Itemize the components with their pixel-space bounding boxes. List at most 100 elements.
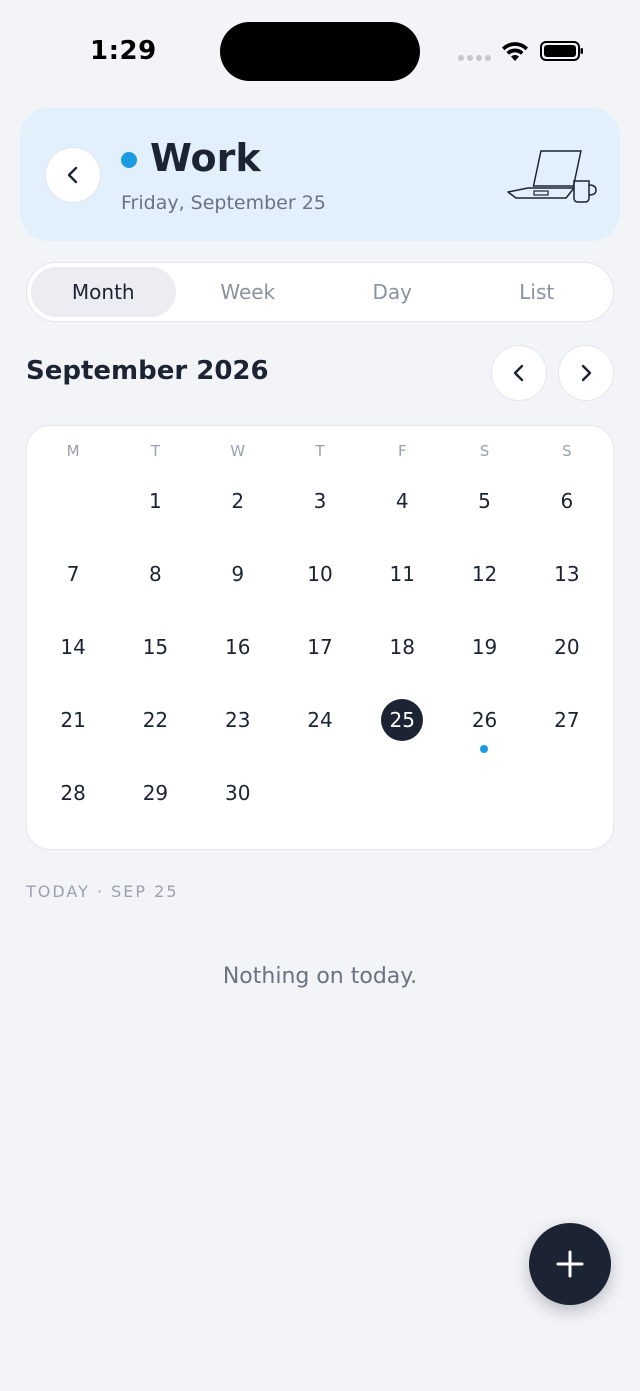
day-number: 24 xyxy=(307,708,333,732)
day-cell[interactable]: 6 xyxy=(526,478,608,551)
tab-list[interactable]: List xyxy=(465,267,610,317)
days-grid: 1 2 3 4 5 6 7 8 9 10 11 12 13 14 15 16 17 18 19 20 21 22 23 24 2… xyxy=(32,478,608,843)
weekday-header-row: M T W T F S S xyxy=(32,442,608,460)
day-number: 29 xyxy=(142,781,169,805)
day-number: 27 xyxy=(554,708,580,732)
day-cell[interactable]: 16 xyxy=(197,624,279,697)
day-cell[interactable]: 11 xyxy=(361,551,443,624)
day-number: 4 xyxy=(395,489,409,513)
day-cell[interactable]: 21 xyxy=(32,697,114,770)
chevron-right-icon xyxy=(581,364,592,382)
day-number: 8 xyxy=(149,562,162,586)
day-cell[interactable]: 19 xyxy=(443,624,525,697)
day-number: 25 xyxy=(381,699,424,741)
day-number: 21 xyxy=(60,708,86,732)
status-time: 1:29 xyxy=(90,36,157,66)
week-row: 7 8 9 10 11 12 13 xyxy=(32,551,608,624)
day-cell[interactable]: 4 xyxy=(361,478,443,551)
week-row: 14 15 16 17 18 19 20 xyxy=(32,624,608,697)
day-number: 7 xyxy=(66,562,80,586)
empty-day-cell xyxy=(279,770,361,843)
day-number: 9 xyxy=(231,562,245,586)
laptop-illustration xyxy=(507,150,597,203)
weekday-label: W xyxy=(230,442,246,460)
day-cell[interactable]: 23 xyxy=(197,697,279,770)
chevron-left-icon xyxy=(67,166,78,184)
day-number: 15 xyxy=(142,635,169,659)
chevron-left-icon xyxy=(513,364,524,382)
day-number: 19 xyxy=(471,635,498,659)
event-indicator-dot xyxy=(480,745,489,753)
previous-month-button[interactable] xyxy=(491,345,547,401)
day-number: 17 xyxy=(307,635,333,659)
agenda-section-label: TODAY · SEP 25 xyxy=(26,882,179,901)
calendar-title: Work xyxy=(150,136,261,180)
empty-day-cell xyxy=(361,770,443,843)
weekday-label: T xyxy=(315,442,325,460)
next-month-button[interactable] xyxy=(558,345,614,401)
calendar-header-card: Work Friday, September 25 xyxy=(20,108,620,241)
empty-day-cell xyxy=(443,770,525,843)
day-number: 23 xyxy=(224,708,251,732)
day-number: 11 xyxy=(389,562,415,586)
day-cell[interactable]: 26 xyxy=(443,697,525,770)
day-number: 6 xyxy=(560,489,574,513)
add-event-button[interactable] xyxy=(529,1223,611,1305)
weekday-label: S xyxy=(479,442,490,460)
wifi-icon xyxy=(502,42,528,61)
day-cell[interactable]: 27 xyxy=(526,697,608,770)
day-cell[interactable]: 5 xyxy=(443,478,525,551)
day-cell[interactable]: 18 xyxy=(361,624,443,697)
day-cell[interactable]: 10 xyxy=(279,551,361,624)
day-cell[interactable]: 2 xyxy=(197,478,279,551)
day-number: 5 xyxy=(478,489,491,513)
selected-date-label: Friday, September 25 xyxy=(121,192,326,214)
day-number: 1 xyxy=(149,489,162,513)
month-calendar: M T W T F S S 1 2 3 4 5 6 7 8 9 10 11 12 13 14 15 16 17 1… xyxy=(26,425,614,850)
day-cell[interactable]: 25 xyxy=(361,697,443,770)
day-number: 2 xyxy=(231,489,245,513)
empty-state-message: Nothing on today. xyxy=(222,964,418,989)
week-row: 1 2 3 4 5 6 xyxy=(32,478,608,551)
day-cell[interactable]: 30 xyxy=(197,770,279,843)
day-cell[interactable]: 29 xyxy=(114,770,196,843)
day-number: 13 xyxy=(554,562,580,586)
day-number: 22 xyxy=(142,708,169,732)
day-number: 3 xyxy=(313,489,327,513)
day-cell[interactable]: 17 xyxy=(279,624,361,697)
day-cell[interactable]: 8 xyxy=(114,551,196,624)
day-number: 20 xyxy=(554,635,580,659)
tab-month[interactable]: Month xyxy=(31,267,176,317)
week-row: 28 29 30 xyxy=(32,770,608,843)
day-number: 28 xyxy=(60,781,86,805)
day-cell[interactable]: 14 xyxy=(32,624,114,697)
battery-icon xyxy=(540,41,583,61)
day-cell[interactable]: 28 xyxy=(32,770,114,843)
view-mode-tabs: Month Week Day List xyxy=(26,262,614,322)
empty-day-cell xyxy=(526,770,608,843)
day-cell[interactable]: 15 xyxy=(114,624,196,697)
weekday-label: T xyxy=(150,442,160,460)
day-cell[interactable]: 9 xyxy=(197,551,279,624)
day-cell[interactable]: 3 xyxy=(279,478,361,551)
day-cell[interactable]: 7 xyxy=(32,551,114,624)
day-number: 16 xyxy=(224,635,251,659)
month-title: September 2026 xyxy=(26,356,269,386)
cellular-signal-icon xyxy=(458,55,491,61)
weekday-label: M xyxy=(66,442,80,460)
tab-day[interactable]: Day xyxy=(320,267,465,317)
day-cell[interactable]: 24 xyxy=(279,697,361,770)
back-button[interactable] xyxy=(45,147,101,203)
day-cell[interactable]: 13 xyxy=(526,551,608,624)
day-number: 14 xyxy=(60,635,86,659)
day-cell[interactable]: 12 xyxy=(443,551,525,624)
week-row: 21 22 23 24 25 26 27 xyxy=(32,697,608,770)
day-number: 30 xyxy=(224,781,251,805)
tab-week[interactable]: Week xyxy=(176,267,321,317)
day-cell[interactable]: 22 xyxy=(114,697,196,770)
weekday-label: F xyxy=(397,442,407,460)
dynamic-island xyxy=(220,22,420,81)
day-cell[interactable]: 1 xyxy=(114,478,196,551)
empty-day-cell xyxy=(32,478,114,551)
day-cell[interactable]: 20 xyxy=(526,624,608,697)
